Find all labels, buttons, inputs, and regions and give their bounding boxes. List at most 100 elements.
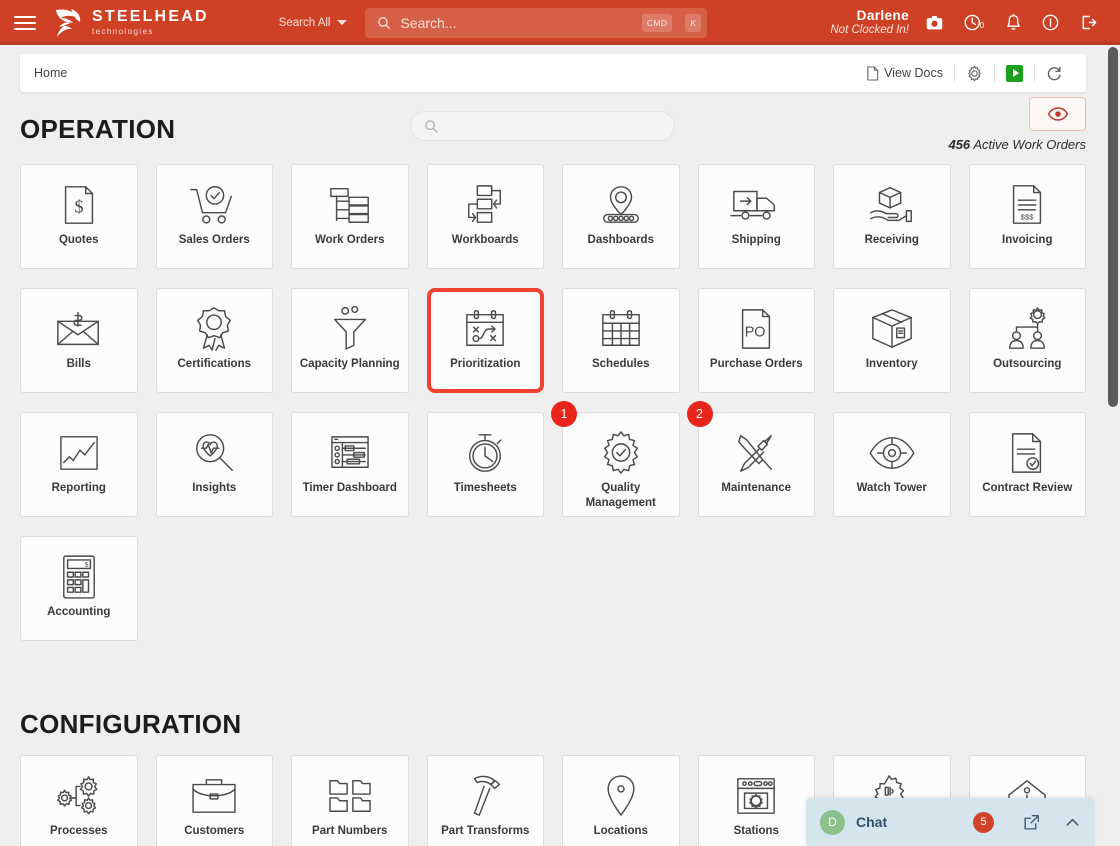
logout-icon[interactable] — [1079, 13, 1098, 32]
tile-label: Stations — [733, 825, 779, 837]
map-pin-conveyor-icon — [598, 179, 644, 231]
operation-tile-grid: $ Quotes Sales Orders Work Orders Workboards… — [20, 164, 1086, 641]
tile-bills[interactable]: Bills — [20, 288, 138, 393]
camera-icon[interactable] — [925, 13, 944, 32]
workflow-boxes-icon — [462, 179, 508, 231]
global-search-placeholder: Search... — [400, 14, 457, 31]
scrollbar-thumb[interactable] — [1108, 47, 1118, 407]
tile-purchase-orders[interactable]: PO Purchase Orders — [697, 288, 815, 393]
chevron-up-icon[interactable] — [1065, 815, 1080, 830]
tile-processes[interactable]: Processes — [20, 755, 138, 846]
tile-work-orders[interactable]: Work Orders — [291, 164, 409, 269]
refresh-icon[interactable] — [1035, 65, 1074, 82]
tile-locations[interactable]: Locations — [562, 755, 680, 846]
tile-prioritization[interactable]: Prioritization — [426, 288, 544, 393]
tile-sales-orders[interactable]: Sales Orders — [155, 164, 273, 269]
tile-label: Insights — [192, 482, 237, 494]
brand-logo[interactable]: STEELHEAD technologies — [50, 6, 209, 40]
tile-label: Inventory — [865, 358, 918, 370]
gear-icon[interactable] — [955, 65, 994, 82]
tile-accounting[interactable]: $ Accounting — [20, 536, 138, 641]
envelope-dollar-icon — [54, 303, 104, 355]
tile-certifications[interactable]: Certifications — [155, 288, 273, 393]
vertical-scrollbar[interactable] — [1106, 45, 1120, 846]
search-scope-dropdown[interactable]: Search All — [279, 17, 348, 29]
tile-quality-management[interactable]: 1 Quality Management — [551, 401, 680, 517]
tile-insights[interactable]: Insights — [155, 412, 273, 517]
tile-label: Part Transforms — [441, 825, 530, 837]
brand-subtitle: technologies — [92, 27, 154, 36]
shopping-cart-check-icon — [189, 179, 239, 231]
svg-text:$: $ — [74, 197, 83, 217]
tile-contract-review[interactable]: Contract Review — [968, 412, 1086, 517]
status-badge: 1 — [551, 401, 577, 427]
configuration-title: CONFIGURATION — [20, 709, 242, 739]
breadcrumb-actions: View Docs — [866, 64, 1074, 82]
hand-package-icon — [867, 179, 917, 231]
tile-invoicing[interactable]: $$$ Invoicing — [968, 164, 1086, 269]
tile-label: Shipping — [731, 234, 781, 246]
magnifier-heartbeat-icon — [191, 427, 237, 479]
user-info[interactable]: Darlene Not Clocked In! — [830, 8, 909, 37]
operation-search-input[interactable] — [410, 111, 675, 141]
tile-maintenance[interactable]: 2 Maintenance — [686, 401, 815, 517]
tile-label: Timesheets — [453, 482, 517, 494]
breadcrumb[interactable]: Home — [34, 66, 67, 80]
tile-workboards[interactable]: Workboards — [426, 164, 544, 269]
tile-receiving[interactable]: Receiving — [833, 164, 951, 269]
main-content: OPERATION 456 Active Work Orders $ Quotes… — [0, 92, 1120, 846]
tile-outsourcing[interactable]: Outsourcing — [968, 288, 1086, 393]
tile-label: Purchase Orders — [709, 358, 803, 370]
gear-people-icon — [1002, 303, 1052, 355]
play-icon[interactable] — [995, 64, 1034, 82]
search-icon — [378, 16, 391, 29]
tile-capacity-planning[interactable]: Capacity Planning — [291, 288, 409, 393]
tile-label: Outsourcing — [993, 358, 1062, 370]
tile-schedules[interactable]: Schedules — [562, 288, 680, 393]
global-search-input[interactable]: Search... CMD K — [365, 7, 708, 38]
quote-dollar-document-icon: $ — [56, 179, 102, 231]
gear-check-icon — [598, 427, 644, 479]
info-icon[interactable] — [1041, 13, 1060, 32]
status-badge: 5 — [973, 811, 994, 833]
chat-widget[interactable]: D Chat 5 — [806, 798, 1094, 846]
view-docs-label: View Docs — [884, 66, 943, 80]
tile-watch-tower[interactable]: Watch Tower — [833, 412, 951, 517]
top-navigation-bar: STEELHEAD technologies Search All Search… — [0, 0, 1120, 45]
user-clock-status: Not Clocked In! — [830, 23, 909, 36]
tile-part-numbers[interactable]: Part Numbers — [291, 755, 409, 846]
tile-label: Sales Orders — [178, 234, 250, 246]
tile-label: Schedules — [591, 358, 650, 370]
tile-customers[interactable]: Customers — [155, 755, 273, 846]
tile-label: Reporting — [51, 482, 106, 494]
search-icon — [425, 119, 438, 133]
svg-text:PO: PO — [745, 325, 766, 341]
hammer-icon — [463, 770, 507, 822]
hamburger-icon[interactable] — [14, 15, 36, 30]
tile-reporting[interactable]: Reporting — [20, 412, 138, 517]
tile-timer-dashboard[interactable]: Timer Dashboard — [291, 412, 409, 517]
tile-part-transforms[interactable]: Part Transforms — [426, 755, 544, 846]
chevron-down-icon — [337, 20, 348, 25]
tile-shipping[interactable]: Shipping — [697, 164, 815, 269]
tile-quotes[interactable]: $ Quotes — [20, 164, 138, 269]
document-check-icon — [1005, 427, 1049, 479]
external-link-icon[interactable] — [1023, 814, 1040, 831]
toggle-visibility-button[interactable] — [1029, 97, 1086, 131]
clock-icon[interactable]: 0 — [963, 12, 986, 33]
user-name: Darlene — [856, 8, 909, 24]
view-docs-button[interactable]: View Docs — [866, 65, 954, 81]
tile-label: Work Orders — [315, 234, 385, 246]
station-panel-icon — [733, 770, 779, 822]
tile-stations[interactable]: Stations — [697, 755, 815, 846]
bell-icon[interactable] — [1005, 13, 1022, 32]
tile-label: Invoicing — [1002, 234, 1053, 246]
tile-dashboards[interactable]: Dashboards — [562, 164, 680, 269]
calendar-grid-icon — [598, 303, 644, 355]
calculator-icon: $ — [60, 551, 98, 603]
tile-label: Quotes — [58, 234, 99, 246]
tile-label: Maintenance — [721, 482, 792, 494]
tile-inventory[interactable]: Inventory — [833, 288, 951, 393]
svg-text:$$$: $$$ — [1021, 212, 1035, 221]
tile-timesheets[interactable]: Timesheets — [426, 412, 544, 517]
